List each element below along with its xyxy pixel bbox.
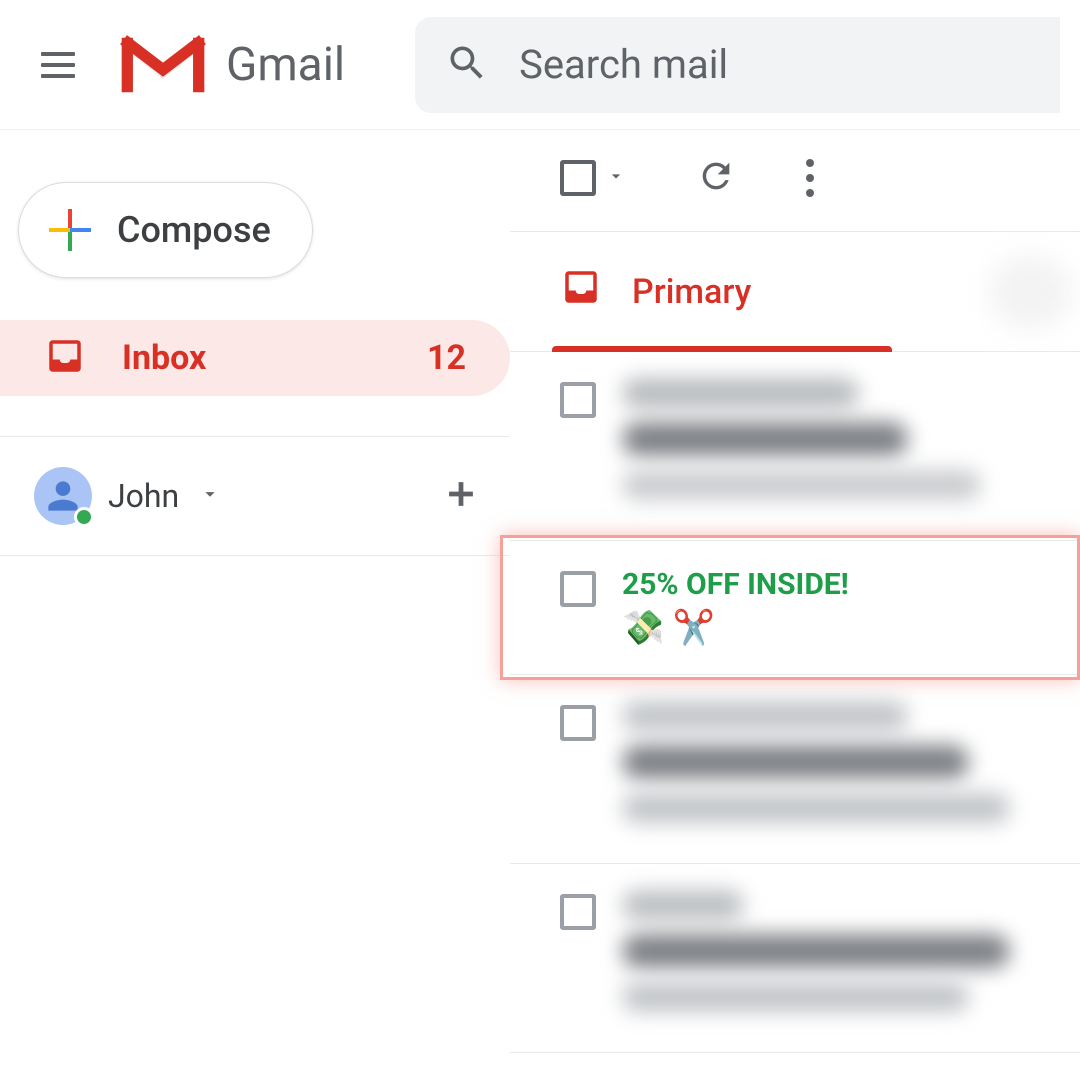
refresh-button[interactable]: [696, 156, 736, 200]
mail-checkbox[interactable]: [560, 894, 596, 930]
chevron-down-icon[interactable]: [606, 166, 626, 190]
inbox-icon: [560, 266, 602, 317]
search-input[interactable]: Search mail: [415, 17, 1060, 113]
compose-button[interactable]: Compose: [18, 182, 313, 278]
inbox-count: 12: [427, 338, 466, 378]
sidebar-item-inbox[interactable]: Inbox 12: [0, 320, 510, 396]
mail-row-blurred[interactable]: [510, 352, 1080, 541]
mail-row-highlighted[interactable]: 25% OFF INSIDE! 💸 ✂️: [510, 541, 1080, 675]
category-tabs: Primary: [510, 232, 1080, 352]
app-logo[interactable]: Gmail: [118, 34, 345, 96]
mail-subject: 25% OFF INSIDE!: [622, 567, 1030, 602]
blurred-content: [622, 701, 1030, 837]
search-placeholder: Search mail: [519, 41, 728, 88]
more-button[interactable]: [806, 155, 814, 201]
checkbox-icon: [560, 160, 596, 196]
menu-icon[interactable]: [38, 45, 78, 85]
app-name: Gmail: [226, 38, 345, 92]
inbox-icon: [44, 335, 86, 381]
mail-panel: Primary 25% OFF INSIDE! 💸 ✂️: [510, 130, 1080, 1053]
select-all-checkbox[interactable]: [560, 160, 626, 196]
avatar: [34, 467, 92, 525]
sidebar: Compose Inbox 12 John: [0, 130, 510, 1053]
blurred-content: [980, 247, 1080, 337]
add-chat-button[interactable]: [442, 475, 480, 517]
chevron-down-icon[interactable]: [195, 483, 221, 509]
mail-row-blurred[interactable]: [510, 864, 1080, 1053]
blurred-content: [622, 890, 1030, 1026]
mail-checkbox[interactable]: [560, 382, 596, 418]
toolbar: [510, 155, 1080, 232]
tab-indicator: [552, 346, 892, 352]
app-header: Gmail Search mail: [0, 0, 1080, 130]
tab-label: Primary: [632, 272, 751, 312]
tab-primary[interactable]: Primary: [510, 232, 801, 351]
blurred-content: [622, 378, 1030, 514]
chat-user-item[interactable]: John: [0, 437, 510, 556]
mail-checkbox[interactable]: [560, 571, 596, 607]
mail-checkbox[interactable]: [560, 705, 596, 741]
search-icon: [445, 41, 489, 89]
chat-user-name: John: [108, 477, 179, 515]
mail-preview-emoji: 💸 ✂️: [622, 608, 1030, 648]
compose-label: Compose: [117, 209, 271, 251]
gmail-logo-icon: [118, 34, 208, 96]
status-online-icon: [74, 507, 94, 527]
mail-list: 25% OFF INSIDE! 💸 ✂️: [510, 352, 1080, 1053]
inbox-label: Inbox: [122, 338, 391, 378]
plus-icon: [49, 209, 91, 251]
mail-row-blurred[interactable]: [510, 675, 1080, 864]
